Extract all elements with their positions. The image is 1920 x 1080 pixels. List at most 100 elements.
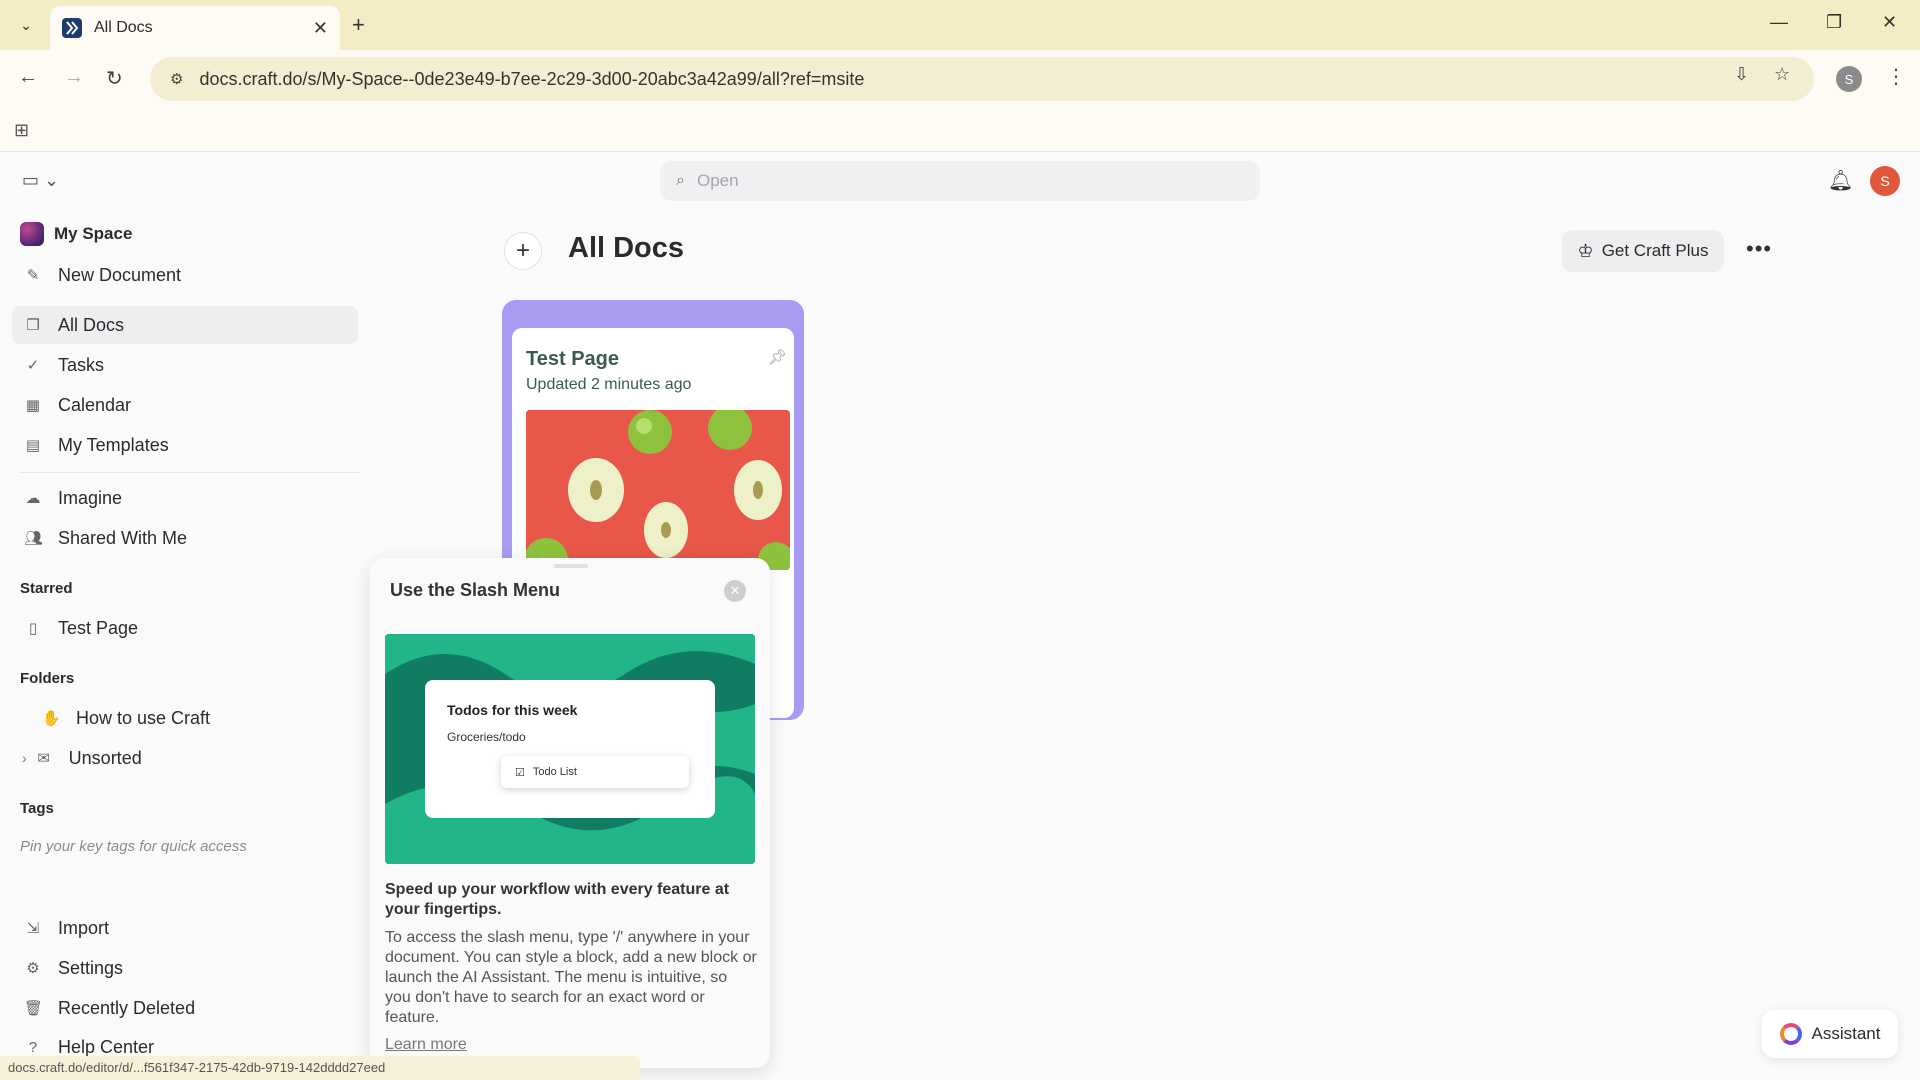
- page-title: All Docs: [568, 232, 685, 264]
- check-circle-icon: ✓: [26, 357, 40, 374]
- popup-lead: Speed up your workflow with every featur…: [385, 881, 730, 918]
- close-icon[interactable]: ✕: [313, 18, 328, 39]
- install-app-icon[interactable]: ⇩: [1734, 64, 1749, 85]
- import-icon: ⇲: [26, 920, 40, 937]
- sidebar-item-label: Shared With Me: [58, 527, 188, 548]
- browser-tabbar: ⌄ All Docs ✕ + — ❐ ✕: [0, 0, 1920, 50]
- url-field[interactable]: ⚙ docs.craft.do/s/My-Space--0de23e49-b7e…: [150, 57, 1814, 101]
- sidebar: My Space ✎ New Document ❐ All Docs ✓ Tas…: [0, 210, 370, 1080]
- window-close-icon[interactable]: ✕: [1882, 12, 1897, 33]
- bookmarks-bar: ⊞: [0, 108, 1920, 152]
- learn-more-link[interactable]: Learn more: [385, 1036, 467, 1054]
- plus-icon: +: [515, 237, 530, 264]
- sidebar-item-label: Settings: [58, 957, 124, 978]
- tab-search-button[interactable]: ⌄: [12, 12, 40, 38]
- reload-icon[interactable]: ↻: [106, 66, 123, 91]
- sidebar-item-settings[interactable]: ⚙ Settings: [12, 949, 358, 987]
- illustration-text: Groceries/todo: [447, 730, 526, 744]
- sidebar-item-all-docs[interactable]: ❐ All Docs: [12, 306, 358, 344]
- restore-icon[interactable]: ❐: [1826, 12, 1842, 33]
- back-icon[interactable]: ←: [18, 66, 38, 89]
- new-document-label: New Document: [58, 264, 182, 285]
- space-switcher[interactable]: My Space: [20, 222, 132, 246]
- space-logo-icon: [20, 222, 44, 246]
- forward-icon[interactable]: →: [64, 66, 84, 89]
- folder-label: How to use Craft: [76, 707, 211, 728]
- tab-title: All Docs: [94, 19, 153, 36]
- chevron-down-icon: ⌄: [20, 16, 32, 33]
- tags-hint: Pin your key tags for quick access: [20, 838, 247, 855]
- sidebar-item-label: Calendar: [58, 394, 132, 415]
- cloud-icon: ☁: [25, 490, 41, 507]
- space-name: My Space: [54, 224, 133, 243]
- illustration-card: Todos for this week Groceries/todo ☑ Tod…: [425, 680, 715, 818]
- sidebar-item-tasks[interactable]: ✓ Tasks: [12, 346, 358, 384]
- assistant-icon: [1779, 1023, 1802, 1045]
- bookmark-star-icon[interactable]: ☆: [1774, 64, 1790, 85]
- crown-icon: ♔: [1577, 240, 1594, 261]
- template-icon: ▤: [25, 437, 41, 454]
- settings-icon: ⚙: [26, 960, 40, 977]
- sidebar-item-recently-deleted[interactable]: 🗑︎ Recently Deleted: [12, 989, 358, 1027]
- sidebar-divider: [20, 472, 360, 473]
- search-input[interactable]: [696, 171, 1197, 191]
- more-options-icon[interactable]: •••: [1746, 236, 1772, 262]
- page-icon: ▯: [28, 620, 38, 637]
- status-bar-url: docs.craft.do/editor/d/...f561f347-2175-…: [0, 1056, 640, 1080]
- new-doc-plus-button[interactable]: +: [504, 232, 542, 270]
- chevron-right-icon[interactable]: ›: [22, 750, 27, 766]
- sidebar-item-imagine[interactable]: ☁ Imagine: [12, 479, 358, 517]
- assistant-button[interactable]: Assistant: [1762, 1010, 1898, 1058]
- popup-body: To access the slash menu, type '/' anywh…: [385, 929, 757, 1026]
- popup-illustration: Todos for this week Groceries/todo ☑ Tod…: [385, 634, 755, 864]
- sidebar-item-my-templates[interactable]: ▤ My Templates: [12, 426, 358, 464]
- search-icon: ⌕: [676, 172, 685, 189]
- site-settings-icon[interactable]: ⚙: [170, 70, 183, 88]
- trash-icon: 🗑︎: [24, 1000, 44, 1017]
- starred-heading: Starred: [20, 580, 73, 597]
- folder-how-to-use-craft[interactable]: ✋ How to use Craft: [42, 701, 210, 735]
- browser-profile-avatar[interactable]: S: [1836, 66, 1862, 92]
- sidebar-toggle-icon[interactable]: ▭ ⌄: [22, 170, 59, 191]
- folder-label: Unsorted: [68, 747, 142, 768]
- sidebar-item-label: All Docs: [58, 314, 125, 335]
- folder-unsorted[interactable]: › ✉ Unsorted: [22, 741, 142, 775]
- apps-grid-icon[interactable]: ⊞: [14, 120, 29, 141]
- tags-heading: Tags: [20, 800, 54, 817]
- sidebar-item-shared-with-me[interactable]: 👥︎ Shared With Me: [12, 519, 358, 557]
- slash-menu-tip-popup: Use the Slash Menu ✕ Todos for this week…: [370, 558, 770, 1068]
- people-icon: 👥︎: [24, 530, 44, 547]
- browser-menu-icon[interactable]: ⋮: [1886, 64, 1906, 89]
- starred-item-label: Test Page: [58, 617, 139, 638]
- illustration-heading: Todos for this week: [447, 702, 578, 718]
- illustration-menu-label: Todo List: [532, 766, 577, 778]
- starred-item-test-page[interactable]: ▯ Test Page: [12, 609, 358, 647]
- craft-logo-icon: [62, 18, 82, 38]
- assistant-label: Assistant: [1811, 1024, 1881, 1043]
- sidebar-item-calendar[interactable]: ▦ Calendar: [12, 386, 358, 424]
- help-icon: ?: [28, 1038, 38, 1056]
- sidebar-item-label: My Templates: [58, 434, 169, 455]
- close-icon: ✕: [729, 583, 741, 598]
- sidebar-item-label: Tasks: [58, 354, 105, 375]
- bell-icon[interactable]: 🔔︎: [1828, 168, 1853, 193]
- minimize-icon[interactable]: —: [1770, 12, 1788, 33]
- drag-handle[interactable]: [554, 564, 588, 568]
- doc-cover-image: [526, 410, 790, 570]
- new-doc-icon: ✎: [26, 267, 40, 284]
- sidebar-item-import[interactable]: ⇲ Import: [12, 909, 358, 947]
- doc-updated: Updated 2 minutes ago: [526, 376, 692, 393]
- popup-title: Use the Slash Menu: [390, 580, 561, 600]
- apples-illustration: [526, 410, 790, 570]
- pin-icon[interactable]: 📌︎: [768, 348, 787, 366]
- new-document-button[interactable]: ✎ New Document: [12, 256, 358, 294]
- user-avatar[interactable]: S: [1870, 166, 1900, 196]
- search-bar[interactable]: ⌕: [660, 161, 1260, 201]
- doc-title: Test Page: [526, 348, 619, 370]
- docs-icon: ❐: [26, 317, 40, 334]
- popup-close-button[interactable]: ✕: [724, 580, 746, 602]
- get-craft-plus-button[interactable]: ♔ Get Craft Plus: [1562, 230, 1724, 272]
- inbox-icon: ✉: [37, 750, 50, 767]
- new-tab-icon[interactable]: +: [352, 12, 365, 38]
- browser-tab[interactable]: All Docs ✕: [50, 6, 340, 50]
